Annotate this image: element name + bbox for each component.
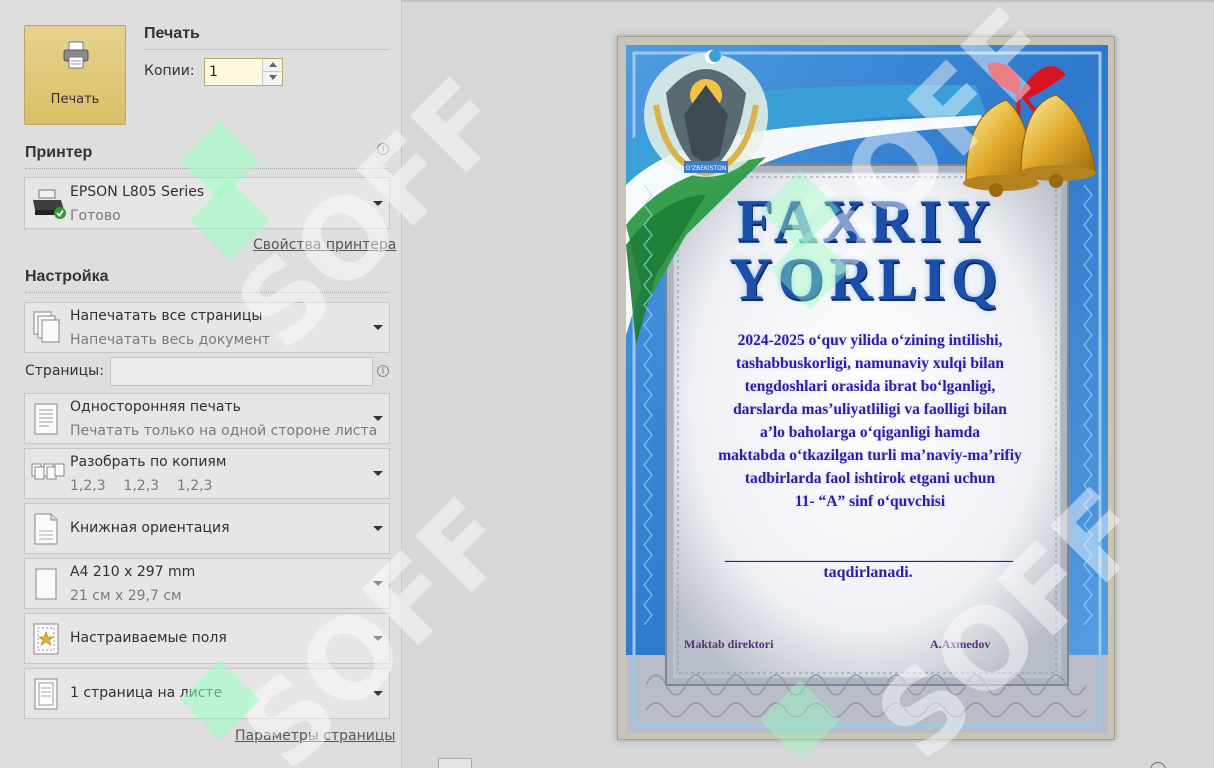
certificate-body-line: 2024-2025 o‘quv yilida o‘zining intilish… bbox=[737, 332, 1003, 349]
pages-per-sheet-title: 1 страница на листе bbox=[70, 685, 223, 701]
copies-decrement-button[interactable] bbox=[262, 72, 282, 85]
copies-label: Копии: bbox=[144, 63, 195, 79]
pages-icon bbox=[33, 311, 60, 343]
page-setup-link[interactable]: Параметры страницы bbox=[235, 728, 395, 744]
paper-size-subtitle: 21 см x 29,7 см bbox=[70, 588, 182, 604]
paper-size-dropdown[interactable]: A4 210 x 297 mm 21 см x 29,7 см bbox=[24, 558, 390, 609]
svg-text:O'ZBEKISTON: O'ZBEKISTON bbox=[686, 165, 727, 172]
chevron-down-icon bbox=[373, 471, 383, 476]
collate-dropdown[interactable]: Разобрать по копиям 1,2,3 1,2,3 1,2,3 bbox=[24, 448, 390, 499]
copies-increment-button[interactable] bbox=[262, 59, 282, 72]
print-separator bbox=[144, 49, 389, 50]
print-range-subtitle: Напечатать весь документ bbox=[70, 332, 271, 348]
chevron-down-icon bbox=[373, 416, 383, 421]
print-button-label: Печать bbox=[50, 92, 100, 107]
printer-status: Готово bbox=[70, 208, 121, 224]
collate-icon bbox=[31, 463, 65, 480]
printer-device-icon bbox=[33, 189, 66, 219]
print-title: Печать bbox=[144, 25, 200, 42]
margins-dropdown[interactable]: Настраиваемые поля bbox=[24, 613, 390, 664]
page-navigation[interactable] bbox=[438, 758, 472, 768]
chevron-down-icon bbox=[373, 201, 383, 206]
orientation-dropdown[interactable]: Книжная ориентация bbox=[24, 503, 390, 554]
chevron-down-icon bbox=[373, 581, 383, 586]
pages-per-sheet-icon bbox=[34, 678, 58, 710]
chevron-down-icon bbox=[373, 526, 383, 531]
certificate-body-line: tashabbuskorligi, namunaviy xulqi bilan bbox=[736, 355, 1004, 372]
certificate-body-line: maktabda o‘tkazilgan turli ma’naviy-ma’r… bbox=[718, 447, 1022, 464]
name-blank-line: ____________________________________ bbox=[725, 547, 1013, 564]
paper-size-icon bbox=[35, 568, 57, 600]
sides-subtitle: Печатать только на одной стороне листа bbox=[70, 423, 378, 439]
margins-icon bbox=[33, 623, 59, 655]
print-settings-pane: Печать Печать Копии: Принтер i EPSON L80… bbox=[0, 0, 402, 768]
signature-name: A.Axmedov bbox=[930, 637, 991, 651]
paper-size-title: A4 210 x 297 mm bbox=[70, 564, 196, 580]
one-sided-icon bbox=[34, 403, 58, 435]
portrait-orientation-icon bbox=[34, 513, 58, 545]
sides-dropdown[interactable]: Односторонняя печать Печатать только на … bbox=[24, 393, 390, 444]
certificate-title-line2: YORLIQ bbox=[729, 246, 1003, 312]
awarded-text: taqdirlanadi. bbox=[823, 564, 913, 581]
print-range-dropdown[interactable]: Напечатать все страницы Напечатать весь … bbox=[24, 302, 390, 353]
printer-properties-link[interactable]: Свойства принтера bbox=[253, 237, 396, 253]
pages-input[interactable] bbox=[110, 357, 373, 386]
pages-info-icon[interactable]: i bbox=[377, 365, 389, 377]
collate-subtitle: 1,2,3 1,2,3 1,2,3 bbox=[70, 478, 213, 494]
copies-stepper[interactable] bbox=[204, 58, 283, 86]
certificate-body-line: tadbirlarda faol ishtirok etgani uchun bbox=[744, 470, 996, 487]
sides-title: Односторонняя печать bbox=[70, 399, 241, 415]
printer-separator bbox=[25, 168, 389, 169]
pages-per-sheet-dropdown[interactable]: 1 страница на листе bbox=[24, 668, 390, 719]
printer-icon bbox=[63, 41, 89, 69]
preview-page: O'ZBEKISTON FAXRIY YORLIQ 2024-2025 o‘qu… bbox=[617, 36, 1115, 740]
printer-info-icon[interactable]: i bbox=[377, 143, 389, 155]
signature-title: Maktab direktori bbox=[684, 637, 774, 651]
collate-title: Разобрать по копиям bbox=[70, 454, 227, 470]
printer-name: EPSON L805 Series bbox=[70, 184, 205, 200]
printer-dropdown[interactable]: EPSON L805 Series Готово bbox=[24, 177, 390, 229]
settings-title: Настройка bbox=[25, 268, 109, 285]
pages-label: Страницы: bbox=[25, 363, 104, 379]
print-range-title: Напечатать все страницы bbox=[70, 308, 263, 324]
printer-title: Принтер bbox=[25, 144, 93, 161]
chevron-down-icon bbox=[373, 691, 383, 696]
certificate-body: 2024-2025 o‘quv yilida o‘zining intilish… bbox=[670, 329, 1070, 513]
margins-title: Настраиваемые поля bbox=[70, 630, 227, 646]
certificate-body-line: a’lo baholarga o‘qiganligi hamda bbox=[759, 424, 981, 441]
chevron-down-icon bbox=[373, 636, 383, 641]
print-button[interactable]: Печать bbox=[24, 25, 126, 125]
certificate-body-line: 11- “A” sinf o‘quvchisi bbox=[794, 493, 946, 510]
orientation-title: Книжная ориентация bbox=[70, 520, 230, 536]
chevron-down-icon bbox=[373, 325, 383, 330]
certificate-body-line: tengdoshlari orasida ibrat bo‘lganligi, bbox=[744, 378, 996, 395]
settings-separator bbox=[25, 292, 389, 293]
copies-input[interactable] bbox=[209, 62, 261, 82]
certificate-body-line: darslarda mas’uliyatliligi va faolligi b… bbox=[733, 401, 1007, 418]
